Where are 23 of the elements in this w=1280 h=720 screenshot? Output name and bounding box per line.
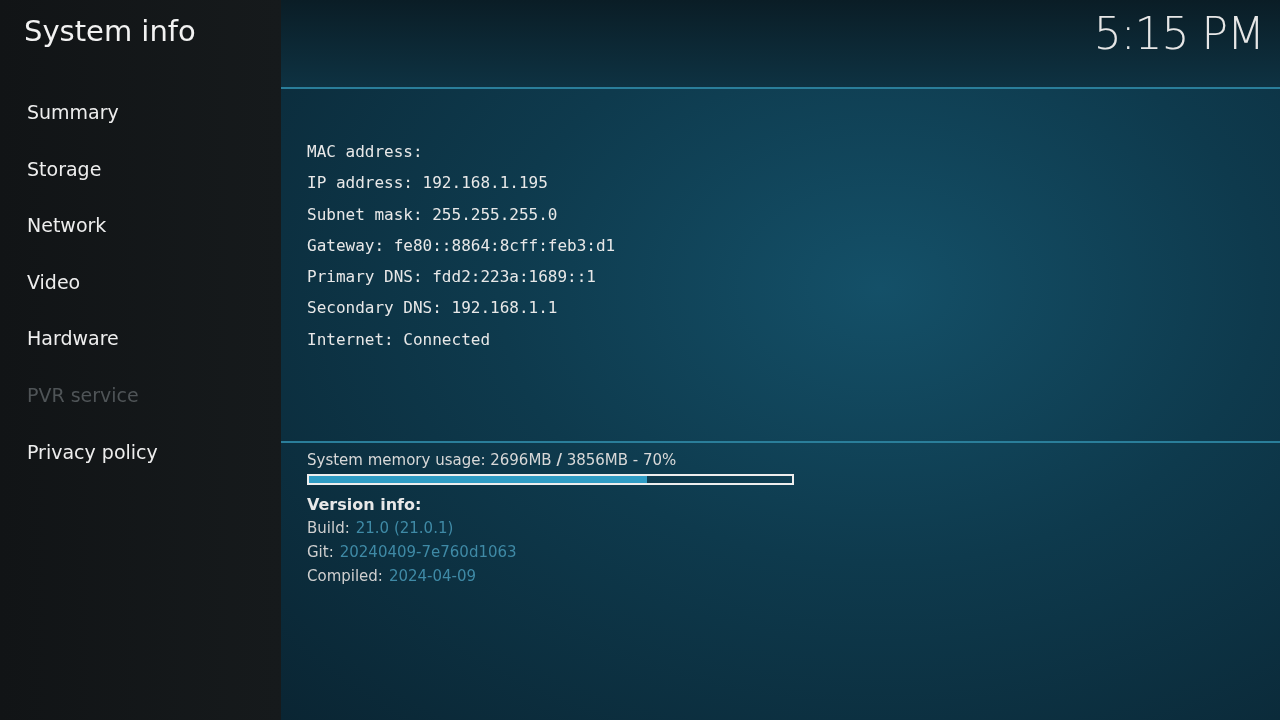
info-line: Secondary DNS: 192.168.1.1 <box>307 297 559 320</box>
memory-usage-text: System memory usage: 2696MB / 3856MB - 70% <box>307 451 678 469</box>
clock: 5:15 PM <box>1093 7 1265 61</box>
version-label: Build: <box>307 519 350 537</box>
version-label: Git: <box>307 543 334 561</box>
sidebar-item[interactable]: Storage <box>0 156 281 214</box>
version-heading: Version info: <box>307 495 423 514</box>
info-line: Primary DNS: fdd2:223a:1689::1 <box>307 266 597 289</box>
sidebar-item[interactable]: Video <box>0 269 281 327</box>
version-value: 21.0 (21.0.1) <box>355 519 454 537</box>
version-label: Compiled: <box>307 567 383 585</box>
info-line: Gateway: fe80::8864:8cff:feb3:d1 <box>307 234 617 257</box>
info-line: Internet: Connected <box>307 328 492 351</box>
info-line: MAC address: <box>307 141 424 163</box>
sidebar-item[interactable]: Summary <box>0 100 281 157</box>
version-value: 20240409-7e760d1063 <box>339 543 517 561</box>
sidebar-item[interactable]: Privacy policy <box>0 439 281 497</box>
version-value: 2024-04-09 <box>388 567 477 585</box>
sidebar-item[interactable]: Network <box>0 213 281 270</box>
page-title: System info <box>23 13 197 50</box>
info-line: Subnet mask: 255.255.255.0 <box>307 203 559 226</box>
sidebar-item[interactable]: Hardware <box>0 326 281 383</box>
info-line: IP address: 192.168.1.195 <box>307 172 549 195</box>
